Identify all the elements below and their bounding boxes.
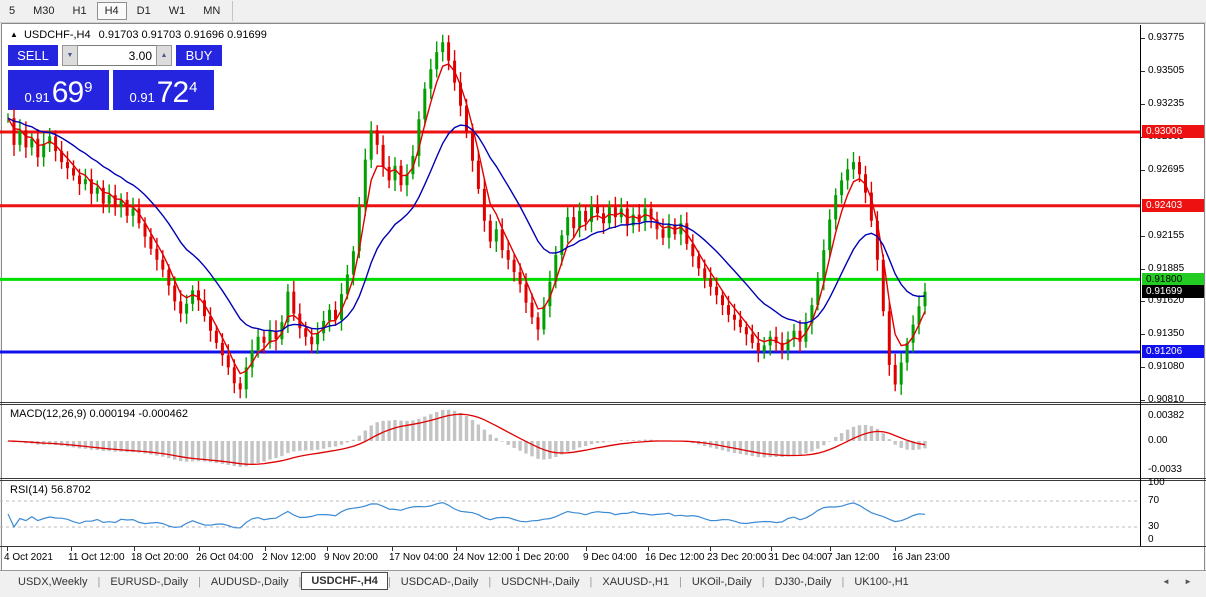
price-tick-mark — [1141, 334, 1145, 335]
price-tick-mark — [1141, 367, 1145, 368]
chart-tab-usdchf-[interactable]: USDCHF-,H4 — [301, 572, 388, 590]
price-level-badge: 0.93006 — [1142, 125, 1204, 138]
price-level-badge: 0.91699 — [1142, 285, 1204, 298]
time-tick-label: 16 Dec 12:00 — [645, 552, 705, 563]
chart-tab-eurusd-[interactable]: EURUSD-,Daily — [100, 574, 198, 590]
time-tick-mark — [518, 547, 519, 551]
time-tick-mark — [830, 547, 831, 551]
price-tick-label: 0.91350 — [1148, 328, 1184, 339]
time-tick-mark — [771, 547, 772, 551]
macd-tick-label: 0.00382 — [1148, 410, 1184, 421]
chart-tab-bar: USDX,Weekly|EURUSD-,Daily|AUDUSD-,Daily|… — [0, 570, 1206, 592]
timeframe-button-5[interactable]: 5 — [1, 2, 23, 20]
price-tick-mark — [1141, 236, 1145, 237]
timeframe-button-h1[interactable]: H1 — [65, 2, 95, 20]
price-tick-label: 0.93235 — [1148, 98, 1184, 109]
price-tick-mark — [1141, 269, 1145, 270]
time-tick-mark — [648, 547, 649, 551]
price-tick-label: 0.91080 — [1148, 361, 1184, 372]
timeframe-button-d1[interactable]: D1 — [129, 2, 159, 20]
price-level-badge: 0.91206 — [1142, 345, 1204, 358]
chart-tab-audusd-[interactable]: AUDUSD-,Daily — [201, 574, 299, 590]
time-tick-label: 1 Dec 20:00 — [515, 552, 569, 563]
time-tick-label: 23 Dec 20:00 — [707, 552, 767, 563]
macd-tick-label: 0.00 — [1148, 435, 1167, 446]
price-tick-label: 0.92695 — [1148, 164, 1184, 175]
price-tick-mark — [1141, 104, 1145, 105]
time-tick-label: 4 Oct 2021 — [4, 552, 53, 563]
time-tick-mark — [199, 547, 200, 551]
time-tick-mark — [895, 547, 896, 551]
time-tick-mark — [7, 547, 8, 551]
tab-scroll-arrows[interactable]: ◄ ► — [1162, 577, 1198, 586]
time-tick-label: 26 Oct 04:00 — [196, 552, 253, 563]
time-tick-mark — [134, 547, 135, 551]
chart-tab-usdcad-[interactable]: USDCAD-,Daily — [391, 574, 489, 590]
rsi-indicator-label: RSI(14) 56.8702 — [10, 484, 91, 496]
time-tick-label: 31 Dec 04:00 — [768, 552, 828, 563]
time-tick-mark — [392, 547, 393, 551]
chart-tab-uk100-[interactable]: UK100-,H1 — [844, 574, 918, 590]
time-tick-mark — [265, 547, 266, 551]
time-tick-mark — [456, 547, 457, 551]
price-chart-canvas[interactable] — [0, 25, 1140, 402]
price-tick-label: 0.93775 — [1148, 32, 1184, 43]
time-tick-label: 9 Dec 04:00 — [583, 552, 637, 563]
price-tick-mark — [1141, 71, 1145, 72]
panel-divider[interactable] — [0, 478, 1206, 479]
macd-tick-label: -0.0033 — [1148, 464, 1182, 475]
price-tick-label: 0.93505 — [1148, 65, 1184, 76]
time-tick-label: 24 Nov 12:00 — [453, 552, 513, 563]
time-tick-label: 7 Jan 12:00 — [827, 552, 879, 563]
time-tick-mark — [710, 547, 711, 551]
chart-tab-xauusd-[interactable]: XAUUSD-,H1 — [592, 574, 679, 590]
price-tick-mark — [1141, 170, 1145, 171]
chart-tab-dj30-[interactable]: DJ30-,Daily — [765, 574, 842, 590]
chart-tab-ukoil-[interactable]: UKOil-,Daily — [682, 574, 762, 590]
rsi-tick-label: 100 — [1148, 477, 1165, 488]
panel-divider[interactable] — [0, 404, 1206, 405]
price-level-badge: 0.92403 — [1142, 199, 1204, 212]
time-tick-mark — [71, 547, 72, 551]
price-tick-mark — [1141, 38, 1145, 39]
timeframe-button-w1[interactable]: W1 — [161, 2, 194, 20]
time-tick-label: 17 Nov 04:00 — [389, 552, 449, 563]
timeframe-button-mn[interactable]: MN — [195, 2, 228, 20]
timeframe-toolbar: 5M30H1H4D1W1MN — [0, 0, 1206, 23]
mt4-terminal: 5M30H1H4D1W1MN ▲ USDCHF-,H4 0.91703 0.91… — [0, 0, 1206, 597]
chart-tab-usdx[interactable]: USDX,Weekly — [8, 574, 97, 590]
timeframe-button-m30[interactable]: M30 — [25, 2, 62, 20]
panel-divider[interactable] — [0, 480, 1206, 481]
time-tick-label: 11 Oct 12:00 — [68, 552, 125, 563]
timeframe-button-h4[interactable]: H4 — [97, 2, 127, 20]
time-tick-label: 9 Nov 20:00 — [324, 552, 378, 563]
price-tick-label: 0.92155 — [1148, 230, 1184, 241]
time-tick-mark — [586, 547, 587, 551]
panel-divider — [0, 546, 1206, 547]
toolbar-divider — [232, 1, 233, 21]
rsi-tick-label: 30 — [1148, 521, 1159, 532]
time-tick-label: 16 Jan 23:00 — [892, 552, 950, 563]
price-tick-mark — [1141, 301, 1145, 302]
price-level-badge: 0.91800 — [1142, 273, 1204, 286]
price-tick-mark — [1141, 400, 1145, 401]
rsi-chart-canvas[interactable] — [0, 481, 1140, 546]
panel-divider[interactable] — [0, 402, 1206, 403]
price-tick-label: 0.90810 — [1148, 394, 1184, 405]
time-tick-label: 2 Nov 12:00 — [262, 552, 316, 563]
time-tick-label: 18 Oct 20:00 — [131, 552, 188, 563]
rsi-tick-label: 0 — [1148, 534, 1154, 545]
chart-tab-usdcnh-[interactable]: USDCNH-,Daily — [491, 574, 589, 590]
rsi-tick-label: 70 — [1148, 495, 1159, 506]
time-tick-mark — [327, 547, 328, 551]
macd-indicator-label: MACD(12,26,9) 0.000194 -0.000462 — [10, 408, 188, 420]
